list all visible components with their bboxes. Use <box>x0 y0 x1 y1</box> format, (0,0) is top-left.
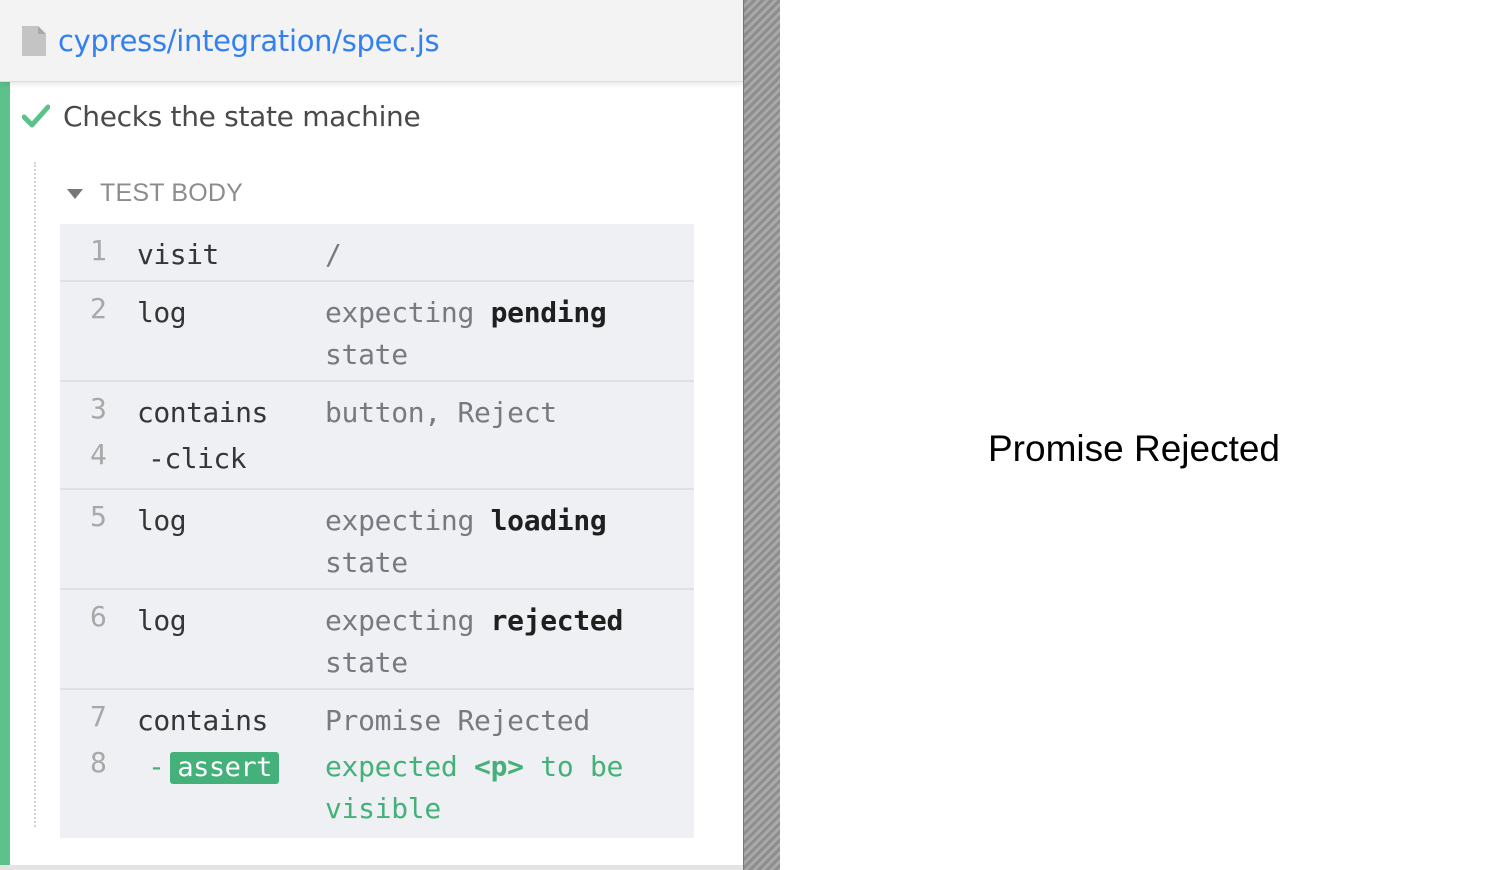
command-number: 6 <box>90 600 107 633</box>
test-title-row[interactable]: Checks the state machine <box>21 98 421 134</box>
command-number: 2 <box>90 292 107 325</box>
command-number: 7 <box>90 700 107 733</box>
command-row[interactable]: 1 visit / <box>60 230 694 276</box>
command-name: visit <box>137 238 219 271</box>
command-name: - assert <box>148 750 279 784</box>
command-group[interactable]: 1 visit / <box>60 224 694 282</box>
caret-down-icon <box>66 187 84 199</box>
command-message: expecting rejected state <box>325 604 624 679</box>
command-row[interactable]: 2 log expecting pending state <box>60 288 694 376</box>
test-title: Checks the state machine <box>63 99 421 133</box>
command-group[interactable]: 5 log expecting loading state <box>60 490 694 590</box>
command-name: log <box>137 504 187 537</box>
file-icon <box>22 25 46 56</box>
command-message: expecting loading state <box>325 504 607 579</box>
command-message: button, Reject <box>325 396 557 429</box>
command-log-panel: cypress/integration/spec.js Checks the s… <box>0 0 743 870</box>
resize-splitter[interactable] <box>743 0 780 870</box>
preview-status-text: Promise Rejected <box>988 428 1281 469</box>
app-preview: Promise Rejected <box>780 0 1500 870</box>
command-number: 8 <box>90 746 107 779</box>
command-list: 1 visit / 2 log expecting pending state … <box>60 224 694 838</box>
spec-header: cypress/integration/spec.js <box>0 0 743 82</box>
child-dash: - <box>148 750 165 783</box>
command-row[interactable]: 6 log expecting rejected state <box>60 596 694 684</box>
command-message: Promise Rejected <box>325 704 590 737</box>
command-number: 4 <box>90 438 107 471</box>
command-row[interactable]: 7 contains Promise Rejected <box>60 696 694 742</box>
command-number: 5 <box>90 500 107 533</box>
command-number: 3 <box>90 392 107 425</box>
command-number: 1 <box>90 234 107 267</box>
command-group[interactable]: 2 log expecting pending state <box>60 282 694 382</box>
command-name: log <box>137 296 187 329</box>
command-row[interactable]: 3 contains button, Reject <box>60 388 694 434</box>
command-row[interactable]: 5 log expecting loading state <box>60 496 694 584</box>
command-name: contains <box>137 396 268 429</box>
check-icon <box>21 104 51 128</box>
test-body-toggle[interactable]: TEST BODY <box>66 178 243 208</box>
command-message: expecting pending state <box>325 296 607 371</box>
command-name: contains <box>137 704 268 737</box>
command-name: log <box>137 604 187 637</box>
command-group[interactable]: 7 contains Promise Rejected 8 - assert ex… <box>60 690 694 838</box>
assertion-message: expected <p> to be visible <box>325 750 624 825</box>
test-pass-indicator <box>0 82 10 865</box>
command-row[interactable]: 4 -click <box>60 434 694 484</box>
command-group[interactable]: 6 log expecting rejected state <box>60 590 694 690</box>
command-row[interactable]: 8 - assert expected <p> to be visible <box>60 742 694 830</box>
assert-badge: assert <box>170 752 279 784</box>
tree-guide-line <box>34 162 36 827</box>
command-group[interactable]: 3 contains button, Reject 4 -click <box>60 382 694 490</box>
panel-bottom-border <box>0 865 743 870</box>
section-label: TEST BODY <box>100 178 244 207</box>
spec-file-link[interactable]: cypress/integration/spec.js <box>58 24 440 58</box>
command-message: / <box>325 238 342 271</box>
command-name: -click <box>148 442 247 475</box>
